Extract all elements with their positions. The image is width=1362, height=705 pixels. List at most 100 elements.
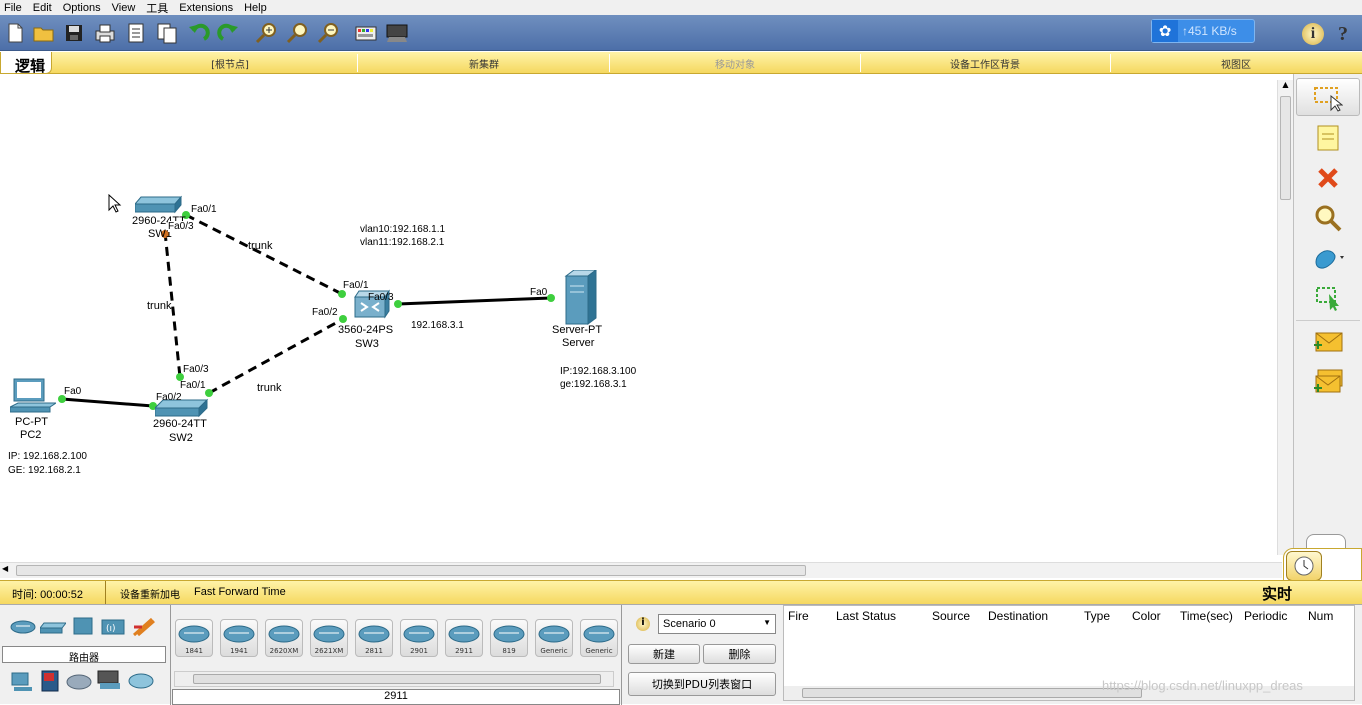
chevron-down-icon: ▼ [763,618,771,627]
switches-category-icon[interactable] [40,617,66,635]
model-scroll-thumb[interactable] [193,674,601,684]
wireless-category-icon[interactable]: (ı) [100,616,126,636]
resize-shape-icon[interactable] [1308,280,1348,316]
vertical-scroll-thumb[interactable] [1280,96,1291,200]
toggle-pdu-list-button[interactable]: 切换到PDU列表窗口 [628,672,776,696]
print-icon[interactable] [93,21,117,45]
palette-icon[interactable] [354,21,378,45]
pdu-scroll-thumb[interactable] [802,688,1142,698]
activity-wizard-icon[interactable] [124,21,148,45]
security-category-icon[interactable] [38,669,62,693]
router-1841[interactable]: 1841 [175,619,213,657]
zoom-in-icon[interactable] [254,21,278,45]
custom-device-icon[interactable] [385,21,409,45]
router-2901[interactable]: 2901 [400,619,438,657]
place-note-icon[interactable] [1308,120,1348,156]
column-time[interactable]: Time(sec) [1180,609,1233,623]
root-node-button[interactable]: [根节点] [160,56,300,71]
sw3-port-fa03: Fa0/3 [368,292,394,303]
note-pc-ip[interactable]: IP: 192.168.2.100 [8,451,87,462]
column-type[interactable]: Type [1084,609,1110,623]
time-status-bar: 时间: 00:00:52 设备重新加电 Fast Forward Time 实时 [0,580,1362,605]
viewport-button[interactable]: 视图区 [1166,56,1306,71]
info-icon[interactable]: i [1302,23,1324,45]
select-tool-icon[interactable] [1308,80,1348,116]
router-generic-1[interactable]: Generic [535,619,573,657]
add-simple-pdu-icon[interactable] [1308,324,1348,360]
note-sw3-ip[interactable]: 192.168.3.1 [411,320,464,331]
end-devices-category-icon[interactable] [10,671,36,693]
note-vlan11[interactable]: vlan11:192.168.2.1 [360,237,444,248]
scenario-info-icon[interactable]: i [636,617,650,631]
zoom-reset-icon[interactable] [285,21,309,45]
zoom-out-icon[interactable] [316,21,340,45]
network-speed-badge[interactable]: ✿ ↑451 KB/s [1151,19,1255,43]
new-cluster-button[interactable]: 新集群 [414,56,554,71]
column-num[interactable]: Num [1308,609,1333,623]
router-2811[interactable]: 2811 [355,619,393,657]
link-label-sw1-sw3: trunk [248,240,273,252]
draw-shape-icon[interactable] [1308,240,1348,276]
save-icon[interactable] [62,21,86,45]
hubs-category-icon[interactable] [72,616,94,636]
horizontal-scroll-thumb[interactable] [16,565,806,576]
custom-devices-category-icon[interactable] [96,669,122,693]
move-object-button[interactable]: 移动对象 [665,56,805,71]
sw2-name-label: SW2 [169,432,193,444]
connections-category-icon[interactable] [132,615,156,637]
note-server-ip[interactable]: IP:192.168.3.100 [560,366,636,377]
new-file-icon[interactable] [3,21,27,45]
router-819[interactable]: 819 [490,619,528,657]
scroll-up-icon[interactable]: ▲ [1278,80,1293,94]
copy-icon[interactable] [155,21,179,45]
menu-edit[interactable]: Edit [29,2,59,14]
server-icon[interactable] [562,269,598,326]
delete-icon[interactable] [1308,160,1348,196]
open-folder-icon[interactable] [32,21,56,45]
workspace-background-button[interactable]: 设备工作区背景 [915,56,1055,71]
model-scrollbar[interactable] [174,671,614,687]
pc-icon[interactable] [9,377,58,417]
router-generic-2[interactable]: Generic [580,619,618,657]
note-pc-gateway[interactable]: GE: 192.168.2.1 [8,465,81,476]
horizontal-scrollbar[interactable]: ◀ [0,562,1282,578]
menu-tools[interactable]: 工具 [142,0,175,16]
routers-category-icon[interactable] [10,617,36,635]
add-complex-pdu-icon[interactable] [1308,364,1348,400]
wan-emulation-category-icon[interactable] [66,673,92,691]
column-last-status[interactable]: Last Status [836,609,896,623]
power-cycle-devices-button[interactable]: 设备重新加电 [120,586,180,601]
menu-file[interactable]: File [0,2,29,14]
help-icon[interactable]: ? [1332,23,1354,45]
menu-view[interactable]: View [108,2,143,14]
scroll-left-icon[interactable]: ◀ [2,564,8,573]
menu-options[interactable]: Options [59,2,108,14]
undo-icon[interactable] [186,21,210,45]
link-label-sw1-sw2: trunk [147,300,172,312]
column-fire[interactable]: Fire [788,609,809,623]
menu-help[interactable]: Help [240,2,274,14]
delete-scenario-button[interactable]: 删除 [703,644,776,664]
note-vlan10[interactable]: vlan10:192.168.1.1 [360,224,445,235]
router-2911[interactable]: 2911 [445,619,483,657]
router-2620xm[interactable]: 2620XM [265,619,303,657]
note-server-gateway[interactable]: ge:192.168.3.1 [560,379,627,390]
new-scenario-button[interactable]: 新建 [628,644,700,664]
router-2621xm[interactable]: 2621XM [310,619,348,657]
realtime-mode-label[interactable]: 实时 [1262,583,1292,604]
column-periodic[interactable]: Periodic [1244,609,1287,623]
vertical-scrollbar[interactable]: ▲ [1277,80,1293,555]
menu-extensions[interactable]: Extensions [175,2,240,14]
router-1941[interactable]: 1941 [220,619,258,657]
multiuser-category-icon[interactable] [128,671,154,691]
redo-icon[interactable] [217,21,241,45]
scenario-select[interactable]: Scenario 0 ▼ [658,614,776,634]
inspect-icon[interactable] [1308,200,1348,236]
column-destination[interactable]: Destination [988,609,1048,623]
switch-sw1-icon[interactable] [133,191,185,215]
common-tools-bar [1293,74,1362,564]
column-source[interactable]: Source [932,609,970,623]
logical-workspace-canvas[interactable]: 2960-24TT SW1 Fa0/1 Fa0/3 trunk trunk tr… [0,74,1276,562]
column-color[interactable]: Color [1132,609,1161,623]
fast-forward-time-button[interactable]: Fast Forward Time [194,586,286,598]
